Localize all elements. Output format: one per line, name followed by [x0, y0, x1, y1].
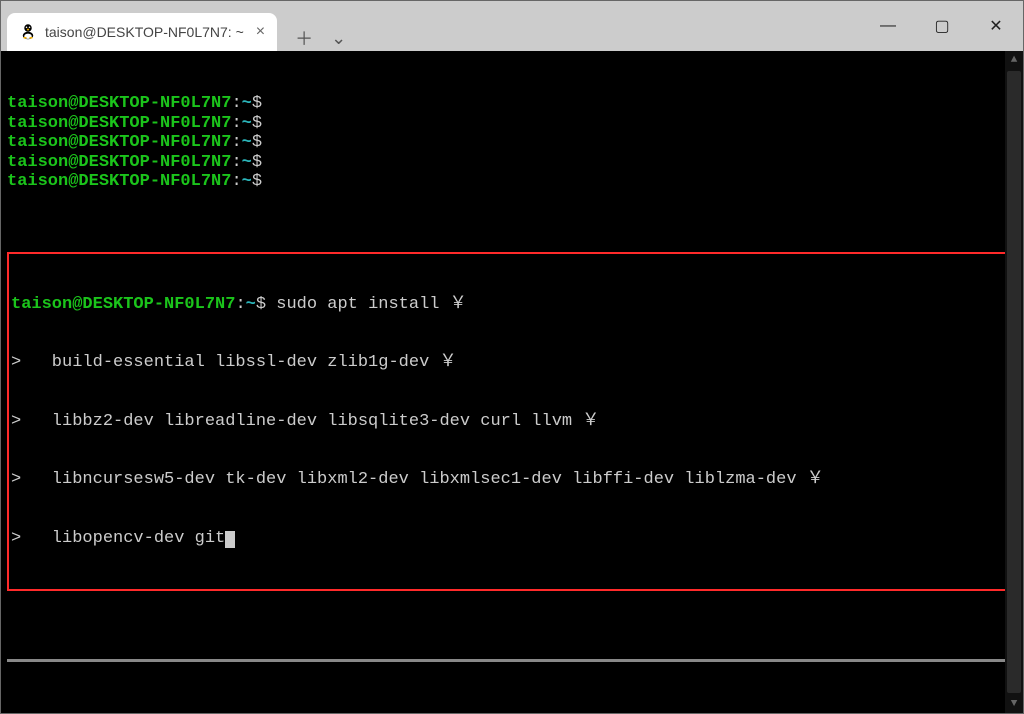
scroll-thumb[interactable] [1007, 71, 1021, 693]
highlighted-command-box: taison@DESKTOP-NF0L7N7:~$ sudo apt insta… [7, 252, 1017, 590]
prompt-line: taison@DESKTOP-NF0L7N7:~$ [7, 133, 1017, 153]
empty-prompts: taison@DESKTOP-NF0L7N7:~$taison@DESKTOP-… [7, 94, 1017, 192]
prompt-line: taison@DESKTOP-NF0L7N7:~$ [7, 94, 1017, 114]
tab-strip: taison@DESKTOP-NF0L7N7: ~ × ＋ ⌄ [1, 1, 346, 51]
scroll-down-icon[interactable]: ▼ [1005, 695, 1023, 713]
cursor [225, 531, 235, 548]
cmd-line-4: > libopencv-dev git [11, 529, 1013, 549]
terminal-body[interactable]: taison@DESKTOP-NF0L7N7:~$taison@DESKTOP-… [1, 51, 1023, 713]
prompt-line: taison@DESKTOP-NF0L7N7:~$ [7, 114, 1017, 134]
titlebar[interactable]: taison@DESKTOP-NF0L7N7: ~ × ＋ ⌄ — ▢ ✕ [1, 1, 1023, 51]
cmd-line-1: > build-essential libssl-dev zlib1g-dev … [11, 353, 1013, 373]
minimize-button[interactable]: — [861, 1, 915, 51]
cmd-line-3: > libncursesw5-dev tk-dev libxml2-dev li… [11, 470, 1013, 490]
cmd-line-2: > libbz2-dev libreadline-dev libsqlite3-… [11, 412, 1013, 432]
prompt-line: taison@DESKTOP-NF0L7N7:~$ [7, 172, 1017, 192]
tux-icon [19, 22, 37, 43]
scroll-up-icon[interactable]: ▲ [1005, 51, 1023, 69]
scrollbar[interactable]: ▲ ▼ [1005, 51, 1023, 713]
tab-title: taison@DESKTOP-NF0L7N7: ~ [45, 24, 244, 40]
cmd-line-0: taison@DESKTOP-NF0L7N7:~$ sudo apt insta… [11, 295, 1013, 315]
prompt-line: taison@DESKTOP-NF0L7N7:~$ [7, 153, 1017, 173]
tab-terminal[interactable]: taison@DESKTOP-NF0L7N7: ~ × [7, 13, 277, 51]
close-button[interactable]: ✕ [969, 1, 1023, 51]
window-controls: — ▢ ✕ [861, 1, 1023, 51]
app-window: taison@DESKTOP-NF0L7N7: ~ × ＋ ⌄ — ▢ ✕ ta… [0, 0, 1024, 714]
tab-close-icon[interactable]: × [256, 23, 265, 41]
separator-1 [7, 659, 1017, 662]
new-tab-button[interactable]: ＋ [295, 25, 313, 51]
tab-dropdown-button[interactable]: ⌄ [331, 28, 346, 49]
maximize-button[interactable]: ▢ [915, 1, 969, 51]
